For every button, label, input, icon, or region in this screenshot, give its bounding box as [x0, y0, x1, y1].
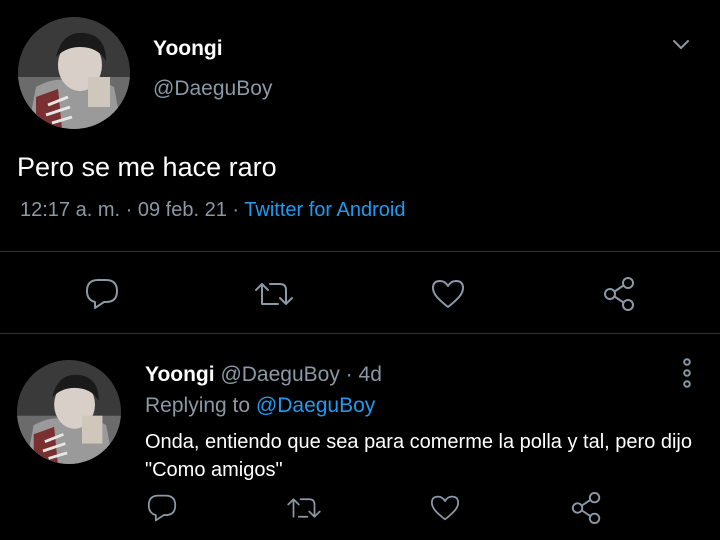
tweet-meta: 12:17 a. m. · 09 feb. 21 · Twitter for A… [20, 199, 405, 222]
chevron-down-icon[interactable] [671, 37, 691, 51]
date: 09 feb. 21 [137, 199, 227, 221]
replying-handle-link[interactable]: @DaeguBoy [256, 394, 375, 417]
divider [0, 251, 720, 252]
replying-to: Replying to @DaeguBoy [145, 394, 375, 418]
retweet-icon[interactable] [285, 494, 323, 522]
timestamp: 12:17 a. m. [20, 199, 121, 221]
divider [0, 333, 720, 334]
reply-icon[interactable] [84, 277, 120, 311]
source-link[interactable]: Twitter for Android [244, 199, 405, 221]
handle[interactable]: @DaeguBoy [153, 77, 272, 101]
reply-header: Yoongi @DaeguBoy · 4d [145, 363, 382, 387]
retweet-icon[interactable] [253, 278, 295, 310]
replying-label: Replying to [145, 394, 251, 417]
reply-icon[interactable] [146, 493, 178, 523]
share-icon[interactable] [602, 276, 638, 312]
handle[interactable]: @DaeguBoy [220, 363, 339, 386]
display-name[interactable]: Yoongi [153, 37, 223, 61]
separator: · [125, 199, 133, 221]
more-vertical-icon[interactable] [680, 358, 694, 388]
heart-icon[interactable] [429, 494, 461, 522]
display-name[interactable]: Yoongi [145, 363, 215, 386]
avatar[interactable] [17, 360, 121, 464]
separator: · [345, 363, 353, 386]
share-icon[interactable] [570, 491, 604, 525]
reply-text: Onda, entiendo que sea para comerme la p… [145, 431, 693, 481]
avatar[interactable] [18, 17, 130, 129]
tweet-text: Pero se me hace raro [17, 152, 277, 182]
age: 4d [358, 363, 382, 386]
separator: · [232, 199, 240, 221]
heart-icon[interactable] [430, 278, 466, 310]
